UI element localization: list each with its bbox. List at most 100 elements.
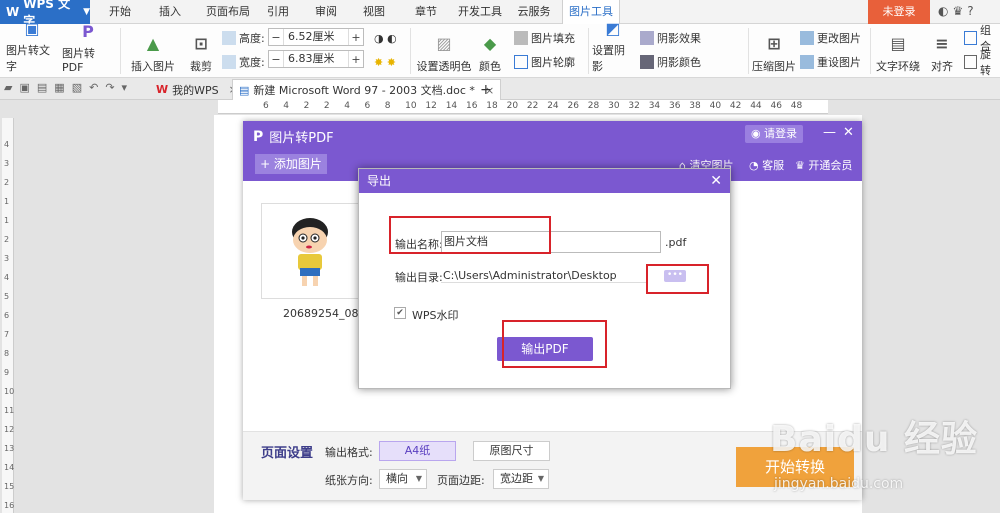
orientation-select[interactable]: 横向 ▼ [379, 469, 427, 489]
ruler-tick-label: 8 [4, 349, 10, 358]
change-image-button[interactable]: 更改图片 [800, 28, 861, 48]
ruler-tick-label: 16 [466, 101, 478, 111]
app-menu-button[interactable]: W WPS 文字 ▼ [0, 0, 90, 28]
minus-icon[interactable]: − [269, 53, 283, 66]
save-icon[interactable]: ▣ [19, 81, 36, 94]
ruler-tick-label: 26 [567, 101, 579, 111]
image-fill-button[interactable]: 图片填充 [514, 28, 575, 48]
ruler-tick-label: 6 [364, 101, 371, 111]
menu-home[interactable]: 开始 [104, 0, 136, 24]
minimize-icon[interactable]: — [823, 125, 836, 140]
help-icon[interactable]: ? [967, 4, 977, 18]
compress-icon: ⊞ [767, 33, 781, 53]
baidu-watermark: Baidu 经验 jingyan.baidu.com [770, 419, 979, 492]
plus-icon[interactable]: + [349, 53, 363, 66]
margin-select[interactable]: 宽边距 ▼ [493, 469, 549, 489]
rotate-icon [964, 55, 977, 69]
quick-access-icons[interactable]: ▰▣▤▦▧↶↷▾ [4, 81, 134, 94]
ruler-tick-label: 10 [405, 101, 417, 111]
contrast-icons[interactable]: ◑ ◐ [374, 28, 397, 48]
shirt-icon[interactable]: ♛ [952, 4, 967, 18]
plus-icon[interactable]: + [480, 82, 492, 98]
print-icon[interactable]: ▦ [54, 81, 71, 94]
image-text-icon: ▣ [24, 19, 40, 38]
menu-insert[interactable]: 插入 [152, 0, 188, 24]
crop-button[interactable]: ⊡ 裁剪 [188, 26, 214, 74]
skin-icon[interactable]: ◐ [938, 4, 952, 18]
close-icon[interactable]: ✕ [843, 125, 854, 140]
shadow-effect-button[interactable]: 阴影效果 [640, 28, 701, 48]
format-a4-button[interactable]: A4纸 [379, 441, 456, 461]
vertical-ruler[interactable]: 4 3 2 1 1 2 3 4 5 6 7 8 9 10 11 12 13 14 15 16 [2, 118, 14, 513]
tab-my-wps[interactable]: W 我的WPS × [150, 79, 244, 100]
image-outline-button[interactable]: 图片轮廓 [514, 52, 575, 72]
format-original-button[interactable]: 原图尺寸 [473, 441, 550, 461]
brightness-icon[interactable]: ✸ ✸ [374, 56, 396, 69]
brightness-icons[interactable]: ✸ ✸ [374, 52, 396, 72]
color-button[interactable]: ◆ 颜色 [476, 26, 504, 74]
service-link[interactable]: ◔ 客服 [749, 157, 784, 173]
reset-image-button[interactable]: 重设图片 [800, 52, 861, 72]
tab-document[interactable]: ▤ 新建 Microsoft Word 97 - 2003 文档.doc * × [232, 79, 502, 100]
compress-image-button[interactable]: ⊞ 压缩图片 [752, 26, 796, 74]
ruler-tick-label: 14 [445, 101, 458, 111]
set-transparent-button[interactable]: ▨ 设置透明色 [416, 26, 472, 74]
menu-page-layout[interactable]: 页面布局 [200, 0, 256, 24]
set-shadow-button[interactable]: ◩ 设置阴影 [592, 19, 634, 74]
menu-cloud[interactable]: 云服务 [512, 0, 556, 24]
menu-chapter[interactable]: 章节 [410, 0, 442, 24]
text-wrap-button[interactable]: ▤ 文字环绕 [876, 26, 920, 74]
preview-icon[interactable]: ▧ [72, 81, 89, 94]
img-to-pdf-button[interactable]: P 图片转PDF [62, 22, 114, 74]
menu-review[interactable]: 审阅 [310, 0, 342, 24]
menu-developer[interactable]: 开发工具 [456, 0, 504, 24]
width-stepper[interactable]: − 6.52厘米 + [268, 28, 364, 46]
new-tab-button[interactable]: + [474, 79, 498, 100]
vip-link[interactable]: ♛ 开通会员 [795, 157, 852, 173]
plus-icon[interactable]: + [349, 31, 363, 44]
align-button[interactable]: ≡ 对齐 [928, 26, 956, 74]
picture-icon: ▲ [146, 33, 160, 53]
ruler-tick-label: 8 [384, 101, 391, 111]
menu-bar: W WPS 文字 ▼ 开始 插入 页面布局 引用 审阅 视图 章节 开发工具 云… [0, 0, 1000, 28]
rotate-button[interactable]: 旋转 [964, 48, 1000, 77]
image-thumbnail[interactable] [261, 203, 359, 299]
redo-icon[interactable]: ↷ [105, 81, 121, 94]
crop-icon: ⊡ [194, 33, 208, 53]
highlight-name-box [389, 216, 551, 254]
highlight-output-box [502, 320, 607, 368]
highlight-browse-box [646, 264, 709, 294]
height-stepper[interactable]: − 6.83厘米 + [268, 50, 364, 68]
ruler-tick-label: 11 [4, 406, 15, 415]
close-icon[interactable]: ✕ [710, 169, 722, 193]
open-folder-icon[interactable]: ▰ [4, 81, 19, 94]
ruler-tick-label: 4 [4, 273, 10, 282]
window-controls[interactable]: ◐♛? [938, 4, 978, 18]
undo-icon[interactable]: ↶ [89, 81, 105, 94]
ruler-tick-label: 14 [4, 463, 15, 472]
ruler-tick-label: 18 [486, 101, 498, 111]
dropdown-icon[interactable]: ▾ [122, 81, 135, 94]
ruler-tick-label: 4 [283, 101, 290, 111]
horizontal-ruler[interactable]: 6 4 2 2 4 6 8 10 12 14 16 18 20 22 24 26 28 30 32 34 36 38 40 4… [218, 100, 828, 114]
shadow-icon: ◩ [605, 19, 621, 38]
group-icon [964, 31, 977, 45]
shadow-color-button[interactable]: 阴影颜色 [640, 52, 701, 72]
login-button[interactable]: 未登录 [868, 0, 930, 24]
login-chip[interactable]: ◉ 请登录 [745, 125, 803, 143]
img-to-text-button[interactable]: ▣ 图片转文字 [6, 19, 58, 74]
minus-icon[interactable]: − [269, 31, 283, 44]
watermark-checkbox[interactable]: ✔ [394, 307, 406, 319]
contrast-icon[interactable]: ◑ ◐ [374, 32, 397, 45]
height-icon [222, 31, 236, 45]
pdf-icon[interactable]: ▤ [37, 81, 54, 94]
shadow-effect-icon [640, 31, 654, 45]
menu-view[interactable]: 视图 [358, 0, 390, 24]
ruler-tick-label: 6 [4, 311, 10, 320]
menu-references[interactable]: 引用 [262, 0, 294, 24]
add-image-button[interactable]: + 添加图片 [255, 154, 327, 174]
group-button[interactable]: 组合 [964, 24, 1000, 53]
height-label: 高度: [222, 28, 265, 48]
wps-icon: W [156, 83, 169, 96]
insert-image-button[interactable]: ▲ 插入图片 [128, 26, 178, 74]
